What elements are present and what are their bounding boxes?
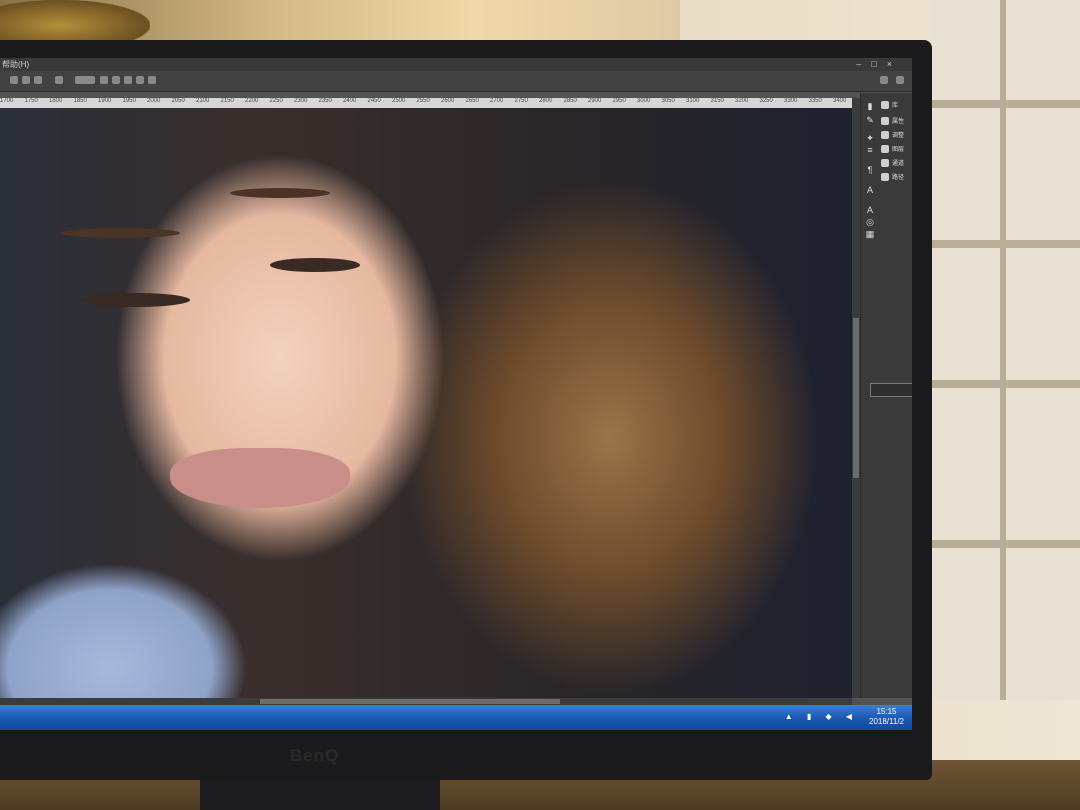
ruler-tick-label: 2300 (294, 98, 308, 104)
ruler-tick-label: 2100 (196, 98, 210, 104)
clock-date: 2018/11/2 (869, 717, 904, 726)
ruler-tick-label: 1750 (24, 98, 38, 104)
help-menu[interactable]: 帮助(H) (2, 58, 29, 71)
ruler-tick-label: 2150 (220, 98, 234, 104)
photo-eyebrow-right (230, 188, 330, 198)
photoshop-menubar: 帮助(H) –□× (0, 58, 912, 71)
ruler-tick-label: 2450 (367, 98, 381, 104)
workspace-icon[interactable] (896, 76, 904, 84)
horizontal-scrollbar[interactable] (0, 698, 852, 705)
ruler-tick-label: 2850 (563, 98, 577, 104)
ruler-tick-label: 2400 (343, 98, 357, 104)
ruler-tick-label: 2250 (269, 98, 283, 104)
ruler-tick-label: 2200 (245, 98, 259, 104)
photo-eye-left (80, 293, 190, 307)
panel-channels[interactable]: 通道 (881, 159, 904, 169)
collapsed-panel-widget[interactable] (870, 383, 912, 397)
slide-icon[interactable] (136, 76, 144, 84)
panel-properties[interactable]: 属性 (881, 117, 904, 127)
panel-layers[interactable]: 图层 (881, 145, 904, 155)
ruler-tick-label: 3200 (735, 98, 749, 104)
adjustments-icon (881, 131, 889, 140)
search-icon[interactable] (880, 76, 888, 84)
play-icon[interactable] (10, 76, 18, 84)
ruler-tick-label: 3050 (661, 98, 675, 104)
3d-mode-icon[interactable] (75, 76, 95, 84)
ruler-tick-label: 3350 (808, 98, 822, 104)
roll-icon[interactable] (112, 76, 120, 84)
options-bar (0, 71, 912, 92)
scale-icon[interactable] (148, 76, 156, 84)
tray-icons[interactable]: ▲ ▮ ◆ ◀ (785, 712, 858, 721)
ruler-tick-label: 2000 (147, 98, 161, 104)
window-controls[interactable]: –□× (856, 58, 902, 71)
tool-presets-icon[interactable]: ✦ (865, 133, 875, 143)
ruler-tick-label: 3000 (637, 98, 651, 104)
windows-taskbar: ▲ ▮ ◆ ◀ 15:15 2018/11/2 (0, 705, 912, 730)
ruler-tick-label: 2950 (612, 98, 626, 104)
ruler-tick-label: 3250 (759, 98, 773, 104)
room-window (930, 0, 1080, 700)
rewind-icon[interactable] (34, 76, 42, 84)
photo-lips (170, 448, 350, 508)
delete-icon[interactable] (55, 76, 63, 84)
character-icon[interactable]: A (865, 205, 875, 215)
paragraph-icon[interactable]: ¶ (865, 165, 875, 175)
ruler-tick-label: 2800 (539, 98, 553, 104)
ruler-tick-label: 1850 (73, 98, 87, 104)
horizontal-ruler: 1700 1750 1800 1850 1900 1950 2000 2050 2100 2150… (0, 98, 852, 108)
monitor-screen: 帮助(H) –□× 1700 1750 1800 1850 1900 1950 2000 20… (0, 58, 912, 730)
plant-decoration (0, 0, 150, 42)
ruler-tick-label: 1950 (122, 98, 136, 104)
channels-icon (881, 159, 889, 168)
monitor-stand (200, 780, 440, 810)
ruler-tick-label: 2900 (588, 98, 602, 104)
rotate-icon[interactable] (100, 76, 108, 84)
panel-library[interactable]: 库 (881, 101, 898, 111)
history-icon[interactable]: ▮ (865, 101, 875, 111)
ruler-tick-label: 1700 (0, 98, 14, 104)
ruler-tick-label: 2650 (465, 98, 479, 104)
ruler-tick-label: 2600 (441, 98, 455, 104)
vertical-scrollbar[interactable] (852, 98, 860, 698)
grid-icon[interactable]: ▦ (865, 229, 875, 239)
panel-paths[interactable]: 路径 (881, 173, 904, 183)
step-icon[interactable] (22, 76, 30, 84)
ruler-tick-label: 2500 (392, 98, 406, 104)
ruler-tick-label: 3300 (784, 98, 798, 104)
photo-canvas[interactable] (0, 108, 852, 698)
ruler-tick-label: 2350 (318, 98, 332, 104)
panel-adjustments[interactable]: 调整 (881, 131, 904, 141)
ruler-tick-label: 3100 (686, 98, 700, 104)
ruler-tick-label: 3150 (710, 98, 724, 104)
ruler-tick-label: 1900 (98, 98, 112, 104)
ruler-tick-label: 2050 (171, 98, 185, 104)
library-icon (881, 101, 889, 110)
ruler-tick-label: 2750 (514, 98, 528, 104)
ruler-tick-label: 2550 (416, 98, 430, 104)
drag-icon[interactable] (124, 76, 132, 84)
glyphs-icon[interactable]: A (865, 185, 875, 195)
ruler-tick-label: 2700 (490, 98, 504, 104)
photo-eye-right (270, 258, 360, 272)
photo-eyebrow-left (60, 228, 180, 238)
clock-time: 15:15 (876, 707, 897, 716)
layers-icon (881, 145, 889, 154)
navigator-icon[interactable]: ≡ (865, 145, 875, 155)
tray-clock[interactable]: 15:15 2018/11/2 (869, 707, 904, 727)
properties-icon (881, 117, 889, 126)
ruler-tick-label: 1800 (49, 98, 63, 104)
swatches-icon[interactable]: ◎ (865, 217, 875, 227)
ruler-tick-label: 3400 (833, 98, 847, 104)
paths-icon (881, 173, 889, 182)
monitor-brand-logo: BenQ (290, 746, 340, 765)
brush-settings-icon[interactable]: ✎ (865, 115, 875, 125)
